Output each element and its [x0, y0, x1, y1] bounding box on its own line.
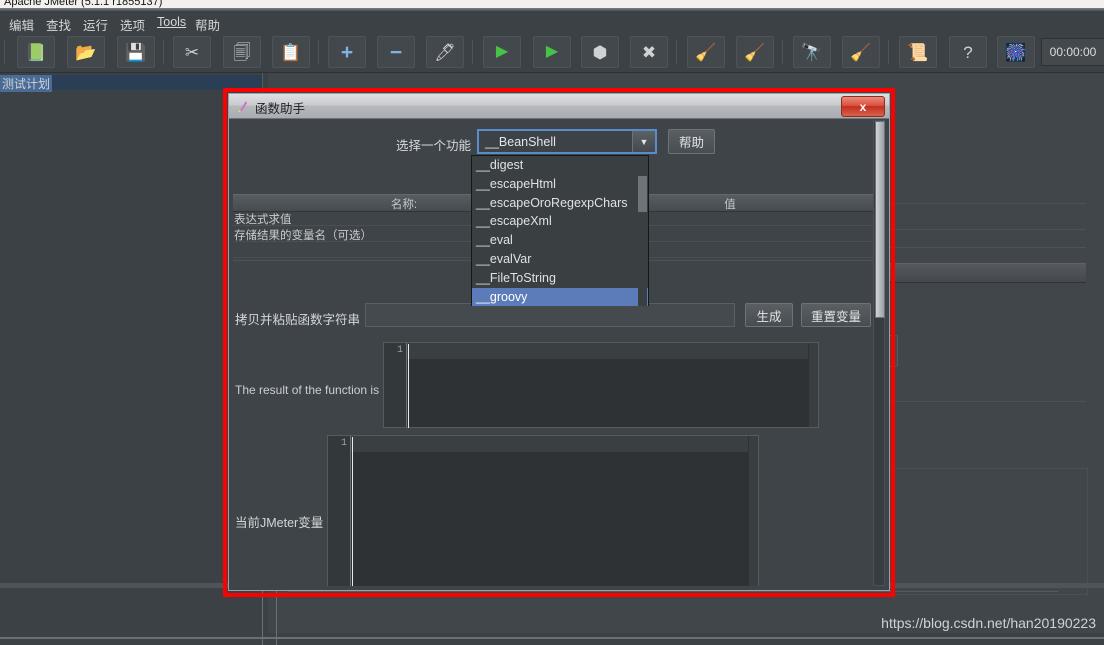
result-editor-caret [408, 344, 409, 428]
toolbar-separator [318, 40, 319, 64]
function-helper-icon[interactable]: 📜 [899, 36, 937, 68]
variables-editor-gutter: 1 [328, 436, 351, 586]
scrollbar-thumb[interactable] [638, 176, 647, 212]
tree-node-label: 测试计划 [0, 75, 52, 92]
watermark-divider [0, 637, 1104, 639]
dropdown-option[interactable]: __FileToString [472, 269, 648, 288]
dialog-title: 函数助手 [255, 98, 305, 117]
expand-plus-icon[interactable]: + [328, 36, 366, 68]
shutdown-icon[interactable]: ✖ [630, 36, 668, 68]
start-run-icon[interactable]: ▶ [483, 36, 521, 68]
dropdown-option[interactable]: __escapeHtml [472, 175, 648, 194]
function-dropdown-list[interactable]: __digest __escapeHtml __escapeOroRegexpC… [471, 155, 649, 306]
variables-editor-current-line [351, 436, 748, 452]
clear-all-icon[interactable]: 🧹 [736, 36, 774, 68]
toolbar-separator [676, 40, 677, 64]
collapse-minus-icon[interactable]: − [377, 36, 415, 68]
help-button[interactable]: 帮助 [668, 129, 715, 154]
close-icon[interactable]: x [841, 96, 885, 117]
result-editor-current-line [407, 343, 808, 359]
elapsed-timer: 00:00:00 [1041, 38, 1104, 66]
help-icon[interactable]: ? [949, 36, 987, 68]
function-string-input[interactable] [365, 303, 735, 327]
templates-icon[interactable]: 🎆 [997, 36, 1035, 68]
variables-editor-caret [352, 437, 353, 586]
toolbar-separator [782, 40, 783, 64]
dialog-vertical-scrollbar[interactable] [873, 120, 885, 586]
line-number: 1 [397, 345, 403, 356]
cut-scissors-icon[interactable]: ✂ [173, 36, 211, 68]
generate-button[interactable]: 生成 [745, 303, 793, 327]
scrollbar-thumb[interactable] [875, 121, 885, 318]
reset-variables-button[interactable]: 重置变量 [801, 303, 871, 327]
function-select-value: __BeanShell [479, 135, 632, 149]
watermark-url: https://blog.csdn.net/han20190223 [881, 615, 1096, 631]
app-window-titlebar: Apache JMeter (5.1.1 r1855137) [0, 0, 1104, 8]
chevron-down-icon[interactable]: ▼ [632, 131, 655, 152]
result-editor-gutter: 1 [384, 343, 407, 427]
function-select-label: 选择一个功能 [396, 135, 471, 154]
menu-bar: 编辑 查找 运行 选项 Tools 帮助 [0, 11, 1104, 32]
stop-icon[interactable]: ⬢ [581, 36, 619, 68]
result-editor[interactable]: 1 [383, 342, 819, 428]
result-editor-scrollbar[interactable] [809, 343, 818, 427]
param-name-cell: 存储结果的变量名（可选） [234, 227, 372, 243]
dropdown-scrollbar[interactable] [638, 157, 647, 306]
jmeter-variables-label: 当前JMeter变量 [235, 512, 323, 531]
dropdown-option[interactable]: __digest [472, 156, 648, 175]
toolbar: 📗 📂 💾 ✂ 🗐 📋 + − 🖊 ▶ ▶ ⬢ ✖ 🧹 🧹 🔭 🧹 📜 ? 🎆 … [0, 32, 1104, 73]
dialog-titlebar[interactable]: 函数助手 x [229, 94, 889, 119]
tree-node-testplan[interactable]: 测试计划 [0, 75, 262, 90]
new-testplan-icon[interactable]: 📗 [17, 36, 55, 68]
function-select-combobox[interactable]: __BeanShell ▼ [477, 129, 657, 154]
clear-icon[interactable]: 🧹 [687, 36, 725, 68]
dropdown-option[interactable]: __escapeOroRegexpChars [472, 194, 648, 213]
toolbar-separator [163, 40, 164, 64]
save-icon[interactable]: 💾 [117, 36, 155, 68]
dropdown-option-selected[interactable]: __groovy [472, 288, 648, 307]
dropdown-option[interactable]: __escapeXml [472, 212, 648, 231]
jmeter-feather-icon [237, 99, 249, 113]
toolbar-separator [472, 40, 473, 64]
dropdown-option[interactable]: __evalVar [472, 250, 648, 269]
open-folder-icon[interactable]: 📂 [67, 36, 105, 68]
start-no-pauses-icon[interactable]: ▶ [533, 36, 571, 68]
toolbar-separator [4, 40, 5, 64]
variables-editor-scrollbar[interactable] [749, 436, 758, 586]
bottom-frames [0, 583, 1104, 645]
result-label: The result of the function is [235, 383, 379, 397]
copy-paste-label: 拷贝并粘贴函数字符串 [235, 309, 360, 328]
paste-clipboard-icon[interactable]: 📋 [272, 36, 310, 68]
toolbar-separator [888, 40, 889, 64]
line-number: 1 [341, 438, 347, 449]
app-window-title: Apache JMeter (5.1.1 r1855137) [4, 0, 162, 8]
menu-item-tools[interactable]: Tools [152, 14, 191, 30]
dropdown-option[interactable]: __eval [472, 231, 648, 250]
param-name-cell: 表达式求值 [234, 211, 292, 227]
test-plan-tree-panel[interactable]: 测试计划 [0, 73, 263, 633]
reset-search-broom-icon[interactable]: 🧹 [842, 36, 880, 68]
copy-icon[interactable]: 🗐 [223, 36, 261, 68]
toggle-icon[interactable]: 🖊 [426, 36, 464, 68]
search-binoculars-icon[interactable]: 🔭 [793, 36, 831, 68]
jmeter-variables-editor[interactable]: 1 [327, 435, 759, 586]
